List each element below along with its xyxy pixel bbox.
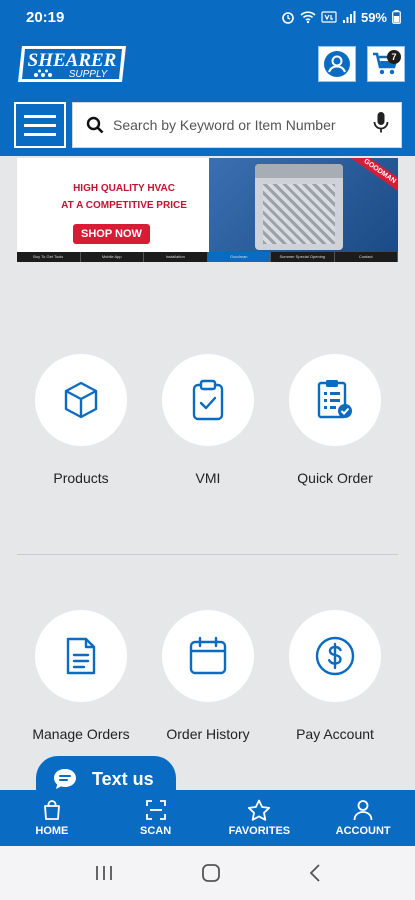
- clipboard-check-icon: [192, 379, 224, 421]
- banner-tab[interactable]: Summer Special Opening: [271, 252, 335, 262]
- menu-bar: [24, 132, 56, 136]
- user-circle-icon: [324, 51, 350, 77]
- nav-account[interactable]: ACCOUNT: [311, 790, 415, 846]
- banner-tab[interactable]: Buy To Get Tools: [17, 252, 81, 262]
- tile-order-history-circle: [162, 610, 254, 702]
- nav-scan-label: SCAN: [140, 825, 172, 837]
- tile-quick-order[interactable]: Quick Order: [275, 354, 395, 486]
- nav-account-label: ACCOUNT: [335, 825, 391, 837]
- dollar-icon: [315, 636, 355, 676]
- order-list-icon: [317, 380, 352, 419]
- status-bar: 20:19 59%: [0, 0, 415, 34]
- tile-manage-orders[interactable]: Manage Orders: [21, 610, 141, 742]
- text-us-label: Text us: [92, 768, 154, 789]
- battery-icon: [392, 10, 401, 24]
- tile-quick-order-label: Quick Order: [297, 470, 373, 486]
- search-input[interactable]: [113, 117, 373, 133]
- tile-vmi-circle: [162, 354, 254, 446]
- back-icon[interactable]: [308, 863, 322, 883]
- tile-pay-account[interactable]: Pay Account: [275, 610, 395, 742]
- tile-pay-account-label: Pay Account: [296, 726, 374, 742]
- banner-tab[interactable]: Contact: [335, 252, 398, 262]
- document-icon: [66, 637, 96, 675]
- nav-home-label: HOME: [35, 825, 69, 837]
- menu-bar: [24, 114, 56, 118]
- bottom-navigation: HOME SCAN FAVORITES ACCOUNT: [0, 790, 415, 846]
- calendar-icon: [189, 636, 227, 675]
- search-row: [0, 96, 415, 156]
- hamburger-menu-button[interactable]: [14, 102, 66, 148]
- status-time: 20:19: [26, 8, 65, 26]
- banner-headline: HIGH QUALITY HVAC AT A COMPETITIVE PRICE: [39, 180, 209, 214]
- nav-favorites[interactable]: FAVORITES: [208, 790, 312, 846]
- banner-tabs: Buy To Get Tools Mobile App Installation…: [17, 252, 398, 262]
- hvac-unit-grill: [263, 184, 335, 244]
- hvac-unit-image: [255, 164, 343, 250]
- tile-products-circle: [35, 354, 127, 446]
- account-button[interactable]: [318, 46, 356, 82]
- banner-text-area: HIGH QUALITY HVAC AT A COMPETITIVE PRICE…: [17, 158, 209, 252]
- menu-bar: [24, 123, 56, 127]
- hvac-unit-top: [255, 164, 343, 178]
- app-header: SHEARER SUPPLY 7: [0, 34, 415, 96]
- tile-products-label: Products: [53, 470, 109, 486]
- banner-tab[interactable]: Installation: [144, 252, 208, 262]
- nav-scan[interactable]: SCAN: [104, 790, 208, 846]
- signal-icon: [342, 11, 356, 23]
- shop-now-button[interactable]: SHOP NOW: [73, 224, 150, 244]
- battery-percent: 59%: [360, 9, 387, 25]
- logo-text-main: SHEARER: [28, 50, 117, 71]
- recent-apps-icon[interactable]: [94, 864, 114, 882]
- tile-order-history[interactable]: Order History: [148, 610, 268, 742]
- tile-products[interactable]: Products: [21, 354, 141, 486]
- banner-corner-tag: GOODMAN: [349, 158, 398, 195]
- banner-tab-active[interactable]: Goodman: [207, 252, 271, 262]
- scan-icon: [145, 800, 166, 820]
- wifi-icon: [300, 11, 316, 24]
- logo-text-sub: SUPPLY: [69, 69, 109, 80]
- nav-home[interactable]: HOME: [0, 790, 104, 846]
- system-navigation-bar: [0, 846, 415, 900]
- chat-bubble-icon: [54, 769, 76, 789]
- banner-headline-line1: HIGH QUALITY HVAC: [73, 183, 175, 194]
- banner-tab[interactable]: Mobile App: [81, 252, 144, 262]
- tile-pay-account-circle: [289, 610, 381, 702]
- volte-icon: [321, 11, 337, 23]
- shop-now-label: SHOP NOW: [81, 228, 142, 240]
- user-icon: [353, 800, 373, 821]
- search-icon: [85, 115, 105, 135]
- cart-count-badge: 7: [387, 50, 401, 64]
- section-divider: [17, 554, 398, 555]
- microphone-icon[interactable]: [373, 111, 389, 140]
- banner-image: GOODMAN: [209, 158, 398, 252]
- banner-headline-line2: AT A COMPETITIVE PRICE: [61, 200, 187, 211]
- shopping-bag-icon: [43, 800, 60, 820]
- tile-manage-orders-circle: [35, 610, 127, 702]
- tile-vmi[interactable]: VMI: [148, 354, 268, 486]
- shearer-supply-logo[interactable]: SHEARER SUPPLY: [18, 42, 130, 86]
- promo-banner[interactable]: HIGH QUALITY HVAC AT A COMPETITIVE PRICE…: [17, 158, 398, 262]
- tile-quick-order-circle: [289, 354, 381, 446]
- tile-vmi-label: VMI: [195, 470, 221, 486]
- star-icon: [248, 799, 271, 821]
- box-icon: [64, 381, 98, 419]
- home-system-icon[interactable]: [201, 863, 221, 883]
- tile-manage-orders-label: Manage Orders: [32, 726, 130, 742]
- cart-button[interactable]: 7: [367, 46, 405, 82]
- nav-favorites-label: FAVORITES: [228, 825, 291, 837]
- status-icons: 59%: [281, 10, 401, 25]
- tile-order-history-label: Order History: [166, 726, 250, 742]
- search-box: [72, 102, 402, 148]
- alarm-icon: [282, 12, 294, 24]
